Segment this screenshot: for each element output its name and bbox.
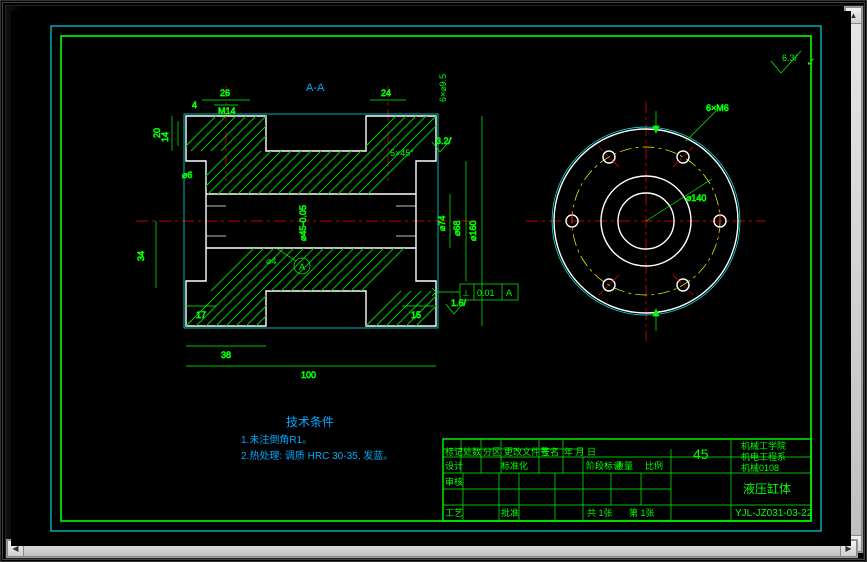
- material: 45: [693, 446, 709, 462]
- svg-text:⌀6: ⌀6: [182, 170, 192, 180]
- svg-text:机械0108: 机械0108: [741, 462, 779, 473]
- svg-text:M14: M14: [218, 106, 236, 116]
- svg-text:A: A: [506, 288, 512, 298]
- svg-text:重量: 重量: [615, 460, 633, 471]
- tech-notes-line2: 2.热处理: 调质 HRC 30-35, 发蓝。: [241, 449, 393, 462]
- svg-text:⌀74: ⌀74: [437, 216, 447, 231]
- svg-text:⌀68: ⌀68: [452, 221, 462, 236]
- svg-text:1.6/: 1.6/: [451, 298, 467, 308]
- tech-notes-title: 技术条件: [286, 415, 334, 429]
- window-inner2: ▲ ▼ ◀ ▶: [5, 5, 864, 559]
- svg-text:批准: 批准: [501, 507, 519, 518]
- svg-text:年 月 日: 年 月 日: [564, 446, 596, 457]
- svg-text:5×45°: 5×45°: [390, 148, 414, 158]
- svg-text:24: 24: [381, 88, 391, 98]
- section-label: A-A: [306, 82, 325, 94]
- svg-text:机电工程系: 机电工程系: [741, 451, 786, 462]
- geo-tolerance-frame: ⟂ 0.01 A: [432, 284, 518, 300]
- tech-notes: 技术条件 1.未注倒角R1。 2.热处理: 调质 HRC 30-35, 发蓝。: [241, 415, 393, 462]
- part-name: 液压缸体: [743, 481, 791, 496]
- svg-text:工艺: 工艺: [445, 508, 463, 518]
- svg-text:6×M6: 6×M6: [706, 103, 729, 113]
- title-block: 标记 处数 分区 更改文件号 签名 年 月 日 设计 标准化 阶段标记 重量 比…: [443, 439, 813, 521]
- svg-text:比例: 比例: [645, 460, 663, 471]
- drawing-number: YJL-JZ031-03-22: [735, 508, 813, 519]
- left-section-view: 26 M14 4 24 20 14 ⌀6 34: [136, 74, 518, 380]
- drawing-area[interactable]: 6.3/ ✓ A-A: [11, 11, 851, 546]
- svg-text:✓: ✓: [806, 55, 816, 69]
- right-flange-view: ⌀140 6×M6: [526, 101, 766, 341]
- window-frame: ▲ ▼ ◀ ▶: [0, 0, 867, 562]
- svg-text:A: A: [299, 262, 305, 272]
- svg-text:签名: 签名: [541, 446, 559, 457]
- svg-text:共 1张: 共 1张: [587, 508, 613, 518]
- cad-viewport[interactable]: ▲ ▼ ◀ ▶: [0, 0, 867, 562]
- svg-text:15: 15: [411, 310, 421, 320]
- svg-text:⌀45-0.05: ⌀45-0.05: [298, 205, 308, 241]
- svg-text:⌀160: ⌀160: [468, 221, 478, 241]
- window-inner: ▲ ▼ ◀ ▶: [2, 2, 865, 560]
- svg-text:3.2/: 3.2/: [436, 136, 452, 146]
- svg-text:0.01: 0.01: [477, 288, 495, 298]
- svg-text:标记: 标记: [445, 446, 463, 457]
- svg-text:机械工学院: 机械工学院: [741, 440, 786, 451]
- svg-text:处数: 处数: [463, 446, 481, 457]
- tech-notes-line1: 1.未注倒角R1。: [241, 433, 312, 446]
- svg-text:6×⌀9.5: 6×⌀9.5: [438, 74, 448, 102]
- svg-text:34: 34: [136, 251, 146, 261]
- svg-text:⟂: ⟂: [463, 288, 469, 298]
- svg-text:⌀4: ⌀4: [266, 256, 276, 266]
- svg-text:17: 17: [196, 310, 206, 320]
- general-roughness-symbol: 6.3/ ✓: [771, 51, 816, 73]
- svg-text:14: 14: [160, 132, 170, 142]
- svg-text:38: 38: [221, 350, 231, 360]
- svg-text:⌀140: ⌀140: [686, 193, 706, 203]
- svg-text:26: 26: [220, 88, 230, 98]
- svg-text:第 1张: 第 1张: [629, 507, 655, 518]
- cad-drawing-svg: 6.3/ ✓ A-A: [11, 11, 851, 546]
- svg-text:审核: 审核: [445, 476, 463, 487]
- svg-text:100: 100: [301, 370, 316, 380]
- svg-text:设计: 设计: [445, 460, 463, 471]
- svg-text:分区: 分区: [483, 447, 501, 457]
- svg-text:标准化: 标准化: [501, 460, 528, 471]
- roughness-main: 6.3/: [782, 53, 798, 63]
- svg-text:4: 4: [192, 100, 197, 110]
